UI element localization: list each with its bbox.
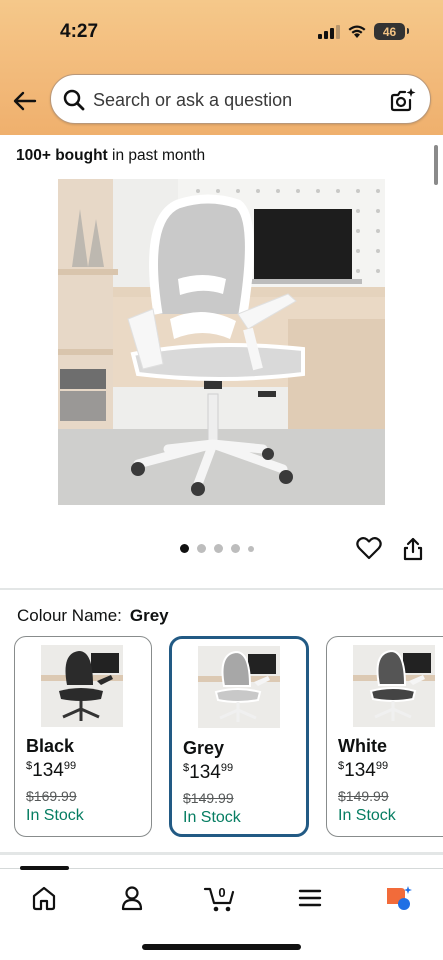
section-divider <box>0 588 443 590</box>
arrow-left-icon <box>13 91 37 111</box>
bought-in-past-month: 100+ bought in past month <box>16 147 205 165</box>
share-button[interactable] <box>402 537 424 566</box>
search-icon <box>63 89 85 111</box>
office-chair-photo <box>58 179 385 505</box>
price-whole: 134 <box>189 762 221 783</box>
cellular-signal-icon <box>318 24 340 39</box>
carousel-dot[interactable] <box>197 544 206 553</box>
variant-swatch-white[interactable]: White $13499 $149.99 In Stock <box>326 636 443 837</box>
section-divider <box>0 852 443 855</box>
variant-thumbnail <box>353 645 435 727</box>
price-whole: 134 <box>344 760 376 781</box>
colour-name-label: Colour Name: Grey <box>17 606 169 626</box>
search-input[interactable] <box>93 87 383 113</box>
cart-count: 0 <box>218 885 225 900</box>
variant-name: Grey <box>183 738 225 758</box>
carousel-dot[interactable] <box>231 544 240 553</box>
currency-symbol: $ <box>183 762 190 774</box>
wishlist-button[interactable] <box>356 536 382 565</box>
account-icon <box>121 886 143 911</box>
status-time: 4:27 <box>60 21 99 42</box>
product-image[interactable] <box>58 179 385 505</box>
bought-count: 100+ bought <box>16 147 108 164</box>
image-carousel-dots[interactable] <box>180 544 254 553</box>
nav-rufus[interactable] <box>378 881 418 915</box>
list-price: $149.99 <box>338 788 389 804</box>
camera-search-button[interactable] <box>390 87 416 118</box>
app-header: 4:27 46 <box>0 0 443 135</box>
search-bar[interactable] <box>50 74 431 124</box>
menu-icon <box>298 889 322 907</box>
variant-price: $13499 <box>338 760 388 782</box>
nav-account[interactable] <box>112 881 152 915</box>
cart-icon: 0 <box>203 885 235 912</box>
price-cents: 99 <box>375 760 389 772</box>
stock-status: In Stock <box>26 807 84 824</box>
back-button[interactable] <box>12 88 38 114</box>
variant-price: $13499 <box>183 762 233 784</box>
list-price: $169.99 <box>26 788 77 804</box>
stock-status: In Stock <box>338 807 396 824</box>
price-whole: 134 <box>32 760 64 781</box>
home-icon <box>32 886 56 911</box>
variant-thumbnail <box>41 645 123 727</box>
price-cents: 99 <box>220 762 234 774</box>
colour-label-text: Colour Name: <box>17 606 122 625</box>
variant-name: Black <box>26 736 75 756</box>
variant-swatch-black[interactable]: Black $13499 $169.99 In Stock <box>14 636 152 837</box>
rufus-icon <box>387 886 412 910</box>
carousel-dot[interactable] <box>248 545 254 552</box>
carousel-dot[interactable] <box>180 544 189 553</box>
variant-thumbnail <box>198 646 280 728</box>
battery-level: 46 <box>382 24 397 39</box>
heart-icon <box>356 537 382 560</box>
price-cents: 99 <box>63 760 77 772</box>
share-icon <box>403 537 423 561</box>
stock-status: In Stock <box>183 809 241 826</box>
variant-price: $13499 <box>26 760 76 782</box>
battery-indicator: 46 <box>374 23 409 40</box>
active-tab-indicator <box>20 866 69 870</box>
nav-cart[interactable]: 0 <box>200 881 240 915</box>
bought-period: in past month <box>112 147 206 164</box>
carousel-dot[interactable] <box>214 544 223 553</box>
status-icons: 46 <box>318 23 409 40</box>
home-indicator <box>142 944 301 950</box>
variant-swatch-grey[interactable]: Grey $13499 $149.99 In Stock <box>169 636 309 837</box>
nav-home[interactable] <box>24 881 64 915</box>
currency-symbol: $ <box>338 760 345 772</box>
list-price: $149.99 <box>183 790 234 806</box>
selected-colour: Grey <box>129 606 169 625</box>
camera-sparkle-icon <box>390 88 416 112</box>
currency-symbol: $ <box>26 760 33 772</box>
scrollbar[interactable] <box>434 145 438 185</box>
wifi-icon <box>348 25 366 38</box>
variant-name: White <box>338 736 387 756</box>
nav-menu[interactable] <box>290 881 330 915</box>
